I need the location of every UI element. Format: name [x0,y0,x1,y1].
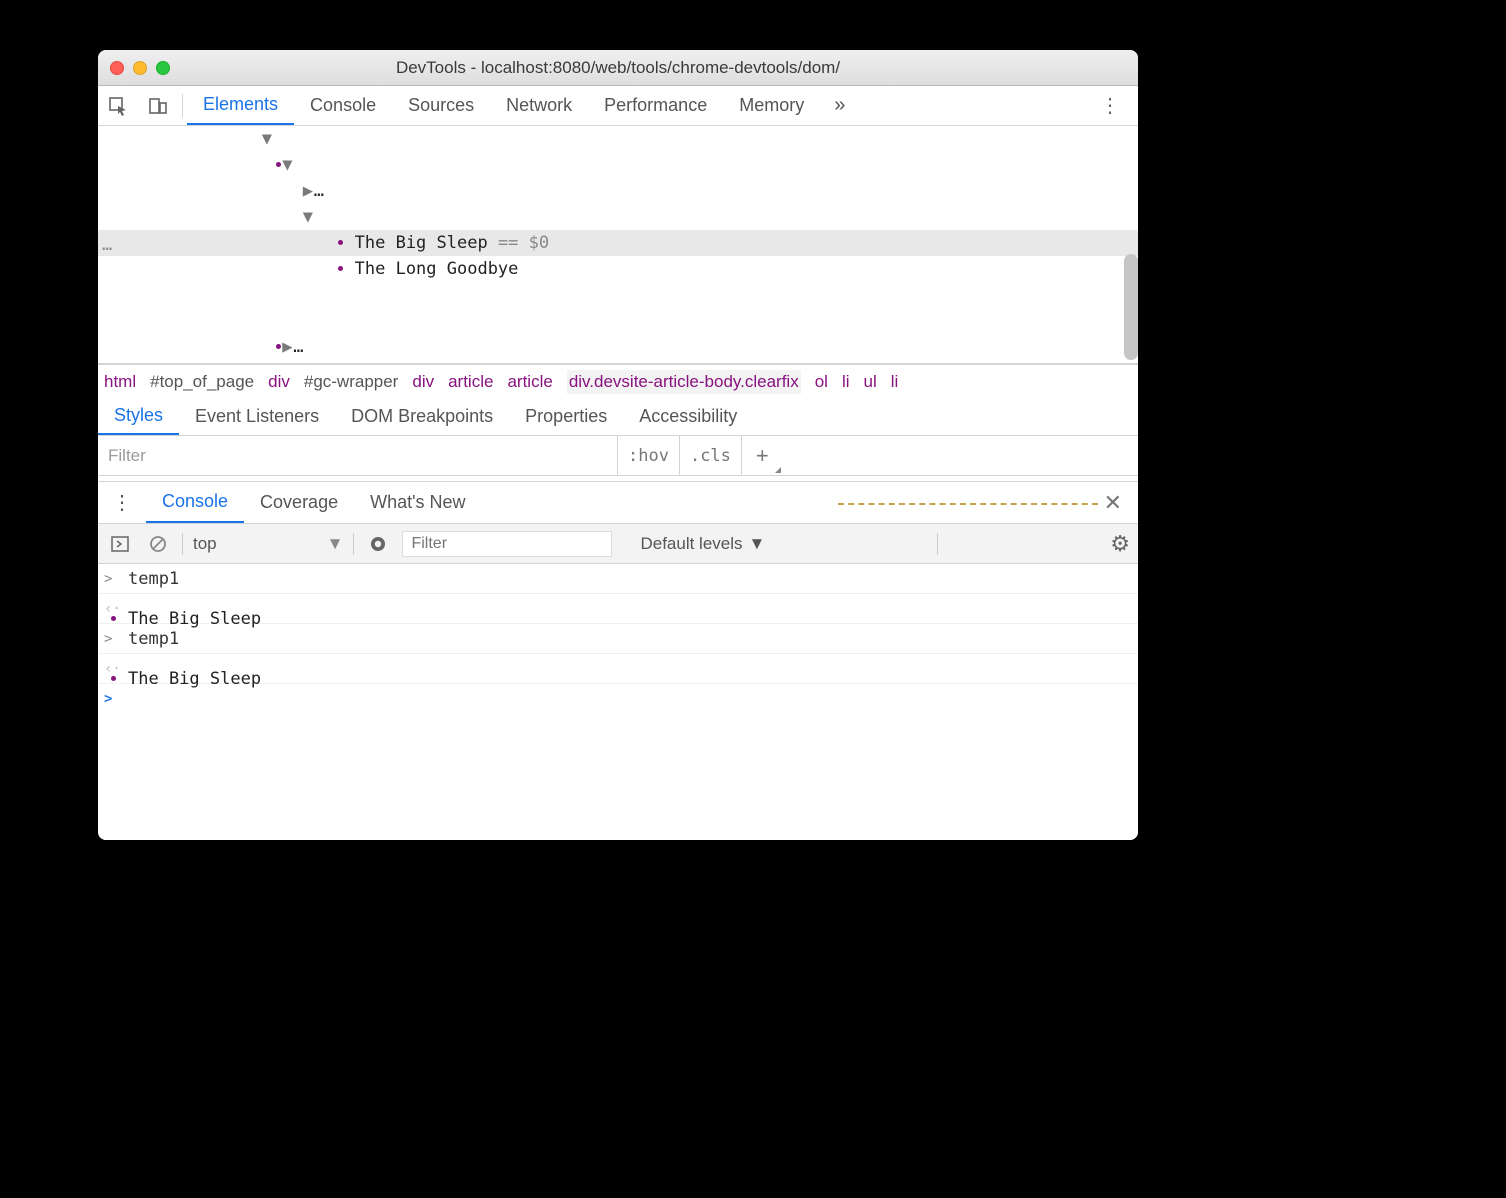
dom-node-line[interactable]: ▼ [98,204,1138,230]
tab-console[interactable]: Console [294,86,392,125]
drawer-tab-what-s-new[interactable]: What's New [354,482,481,523]
dom-node-line[interactable]: ▼ [98,152,1138,178]
chevron-down-icon: ▼ [749,534,766,554]
prompt-chevron-icon: > [104,691,128,707]
log-level-label: Default levels [640,534,742,554]
dom-node-line[interactable]: ▶… [98,178,1138,204]
execution-context-label: top [193,534,217,554]
separator [353,533,354,555]
input-chevron-icon: > [104,631,128,647]
console-settings-icon[interactable]: ⚙ [1110,531,1130,557]
zoom-window-button[interactable] [156,61,170,75]
main-tabs: ElementsConsoleSourcesNetworkPerformance… [187,86,820,125]
drawer-kebab-icon[interactable]: ⋮ [98,490,146,515]
console-return-row: ‹· The Big Sleep [98,654,1138,684]
drawer-tab-coverage[interactable]: Coverage [244,482,354,523]
new-style-rule-button[interactable]: + [742,436,783,475]
traffic-lights [110,61,170,75]
console-text: temp1 [128,569,179,589]
sidebar-tab-event-listeners[interactable]: Event Listeners [179,398,335,435]
style-placeholder-dashed [838,503,1098,506]
hov-toggle[interactable]: :hov [618,436,680,475]
console-text: temp1 [128,629,179,649]
titlebar: DevTools - localhost:8080/web/tools/chro… [98,50,1138,86]
console-return-row: ‹· The Big Sleep [98,594,1138,624]
selected-node-gutter-icon: … [102,232,112,258]
console-sidebar-toggle-icon[interactable] [106,530,134,558]
cls-toggle[interactable]: .cls [680,436,742,475]
console-prompt-row[interactable]: > [98,684,1138,714]
live-expression-icon[interactable] [364,530,392,558]
sidebar-tabs: StylesEvent ListenersDOM BreakpointsProp… [98,398,1138,436]
console-filter-input[interactable] [402,531,612,557]
breadcrumb-item[interactable]: article [448,372,493,392]
breadcrumb-item[interactable]: ol [815,372,828,392]
console-return-value: The Big Sleep [128,649,261,689]
sidebar-tab-dom-breakpoints[interactable]: DOM Breakpoints [335,398,509,435]
clear-console-icon[interactable] [144,530,172,558]
tab-network[interactable]: Network [490,86,588,125]
elements-dom-tree[interactable]: ▼ ▼ ▶… ▼ The Big Sleep == $0 The Long Go… [98,126,1138,364]
main-toolbar: ElementsConsoleSourcesNetworkPerformance… [98,86,1138,126]
more-tabs-icon[interactable]: » [820,94,859,117]
separator [182,533,183,555]
breadcrumb-item[interactable]: #top_of_page [150,372,254,392]
dom-node-line[interactable]: ▼ [98,126,1138,152]
log-level-selector[interactable]: Default levels ▼ [640,534,765,554]
dom-node-line[interactable]: The Big Sleep == $0 [98,230,1138,256]
breadcrumb-item[interactable]: li [891,372,899,392]
sidebar-tab-styles[interactable]: Styles [98,398,179,435]
tab-sources[interactable]: Sources [392,86,490,125]
scrollbar-thumb[interactable] [1124,254,1138,360]
separator [182,94,183,118]
breadcrumb-item[interactable]: html [104,372,136,392]
chevron-down-icon: ▼ [327,534,344,554]
breadcrumb-item[interactable]: ul [864,372,877,392]
styles-filter-input[interactable] [98,436,618,475]
drawer-tab-console[interactable]: Console [146,482,244,523]
inspect-element-icon[interactable] [98,86,138,126]
tab-memory[interactable]: Memory [723,86,820,125]
dom-node-line[interactable] [98,282,1138,308]
breadcrumbs: html #top_of_page div #gc-wrapper div article… [98,364,1138,398]
tab-performance[interactable]: Performance [588,86,723,125]
device-toolbar-icon[interactable] [138,86,178,126]
breadcrumb-item[interactable]: li [842,372,850,392]
breadcrumb-item[interactable]: #gc-wrapper [304,372,399,392]
sidebar-tab-accessibility[interactable]: Accessibility [623,398,753,435]
breadcrumb-item[interactable]: div [412,372,434,392]
console-return-value: The Big Sleep [128,589,261,629]
dom-node-line[interactable] [98,308,1138,334]
separator [937,533,938,555]
input-chevron-icon: > [104,571,128,587]
breadcrumb-item[interactable]: div [268,372,290,392]
devtools-window: DevTools - localhost:8080/web/tools/chro… [98,50,1138,840]
breadcrumb-item[interactable]: article [507,372,552,392]
tab-elements[interactable]: Elements [187,86,294,125]
settings-kebab-icon[interactable]: ⋮ [1082,93,1138,118]
dom-node-line[interactable]: ▶… [98,334,1138,360]
sidebar-tab-properties[interactable]: Properties [509,398,623,435]
styles-filter-row: :hov .cls + [98,436,1138,476]
breadcrumb-item[interactable]: div.devsite-article-body.clearfix [567,370,801,394]
dom-node-line[interactable]: The Long Goodbye [98,256,1138,282]
close-window-button[interactable] [110,61,124,75]
console-output[interactable]: > temp1 ‹· The Big Sleep > temp1 ‹· The Big… [98,564,1138,840]
window-title: DevTools - localhost:8080/web/tools/chro… [396,58,840,78]
execution-context-selector[interactable]: top ▼ [193,534,343,554]
console-toolbar: top ▼ Default levels ▼ ⚙ [98,524,1138,564]
minimize-window-button[interactable] [133,61,147,75]
